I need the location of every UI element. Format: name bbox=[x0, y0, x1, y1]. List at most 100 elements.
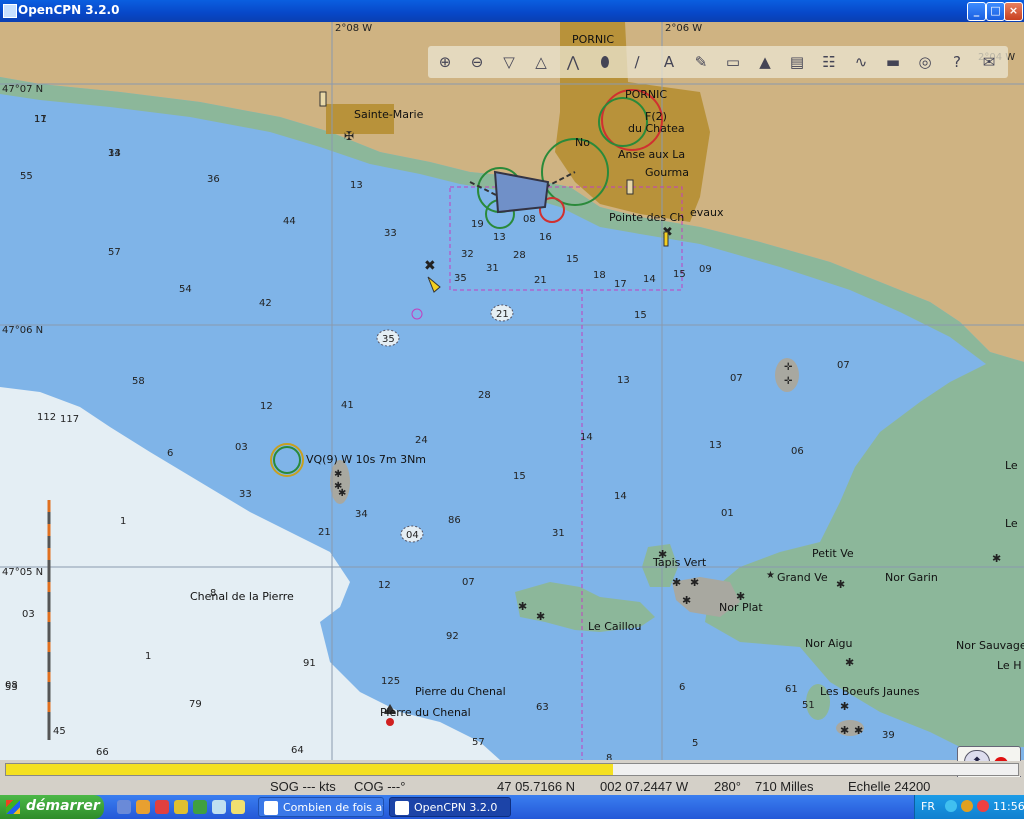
place-chevaux: evaux bbox=[690, 206, 724, 219]
danger-sounding: 21 bbox=[496, 309, 509, 320]
chart-canvas[interactable]: ✠ ✖ ✖ ✛✛ ✱✱✱ ✱✱ ✱✱✱ ✱✱ ✱✱ ✱✱✱ ✱★ 2°08 W … bbox=[0, 22, 1024, 760]
print-icon[interactable]: ▤ bbox=[784, 50, 810, 74]
sounding: 14 bbox=[108, 148, 121, 159]
sounding: 12 bbox=[378, 580, 391, 591]
sounding: 34 bbox=[355, 509, 368, 520]
sounding: 15 bbox=[634, 310, 647, 321]
sounding: 6 bbox=[167, 448, 173, 459]
svg-text:✛: ✛ bbox=[784, 376, 793, 387]
zoom-out-icon[interactable]: ⊖ bbox=[464, 50, 490, 74]
place-tapis-vert: Tapis Vert bbox=[652, 556, 707, 569]
maximize-button[interactable]: □ bbox=[986, 2, 1005, 21]
sounding: 07 bbox=[462, 577, 475, 588]
sounding: 13 bbox=[350, 180, 363, 191]
opencpn-icon bbox=[395, 801, 409, 815]
title-bar: OpenCPN 3.2.0 _ □ × bbox=[0, 0, 1024, 22]
lifebuoy-icon[interactable]: ◎ bbox=[912, 50, 938, 74]
mail-icon[interactable] bbox=[136, 800, 150, 814]
sounding: 14 bbox=[580, 432, 593, 443]
sounding: 33 bbox=[384, 228, 397, 239]
text-icon[interactable]: A bbox=[656, 50, 682, 74]
place-chenal: Chenal de la Pierre bbox=[190, 590, 294, 603]
zoom-in-icon[interactable]: ⊕ bbox=[432, 50, 458, 74]
sounding: 12 bbox=[260, 401, 273, 412]
scale-out-icon[interactable]: △ bbox=[528, 50, 554, 74]
minimize-button[interactable]: _ bbox=[967, 2, 986, 21]
sounding: 17 bbox=[614, 279, 627, 290]
sounding: 15 bbox=[673, 269, 686, 280]
pencil-icon[interactable]: ✎ bbox=[688, 50, 714, 74]
measure-icon[interactable]: ∕ bbox=[624, 50, 650, 74]
sounding: 125 bbox=[381, 676, 400, 687]
update-icon[interactable] bbox=[961, 800, 973, 812]
status-sog: SOG --- kts bbox=[270, 779, 336, 794]
sounding: 03 bbox=[22, 609, 35, 620]
place-grand-ve: Grand Ve bbox=[777, 571, 828, 584]
lon-label: 2°08 W bbox=[335, 23, 372, 34]
security-icon[interactable] bbox=[977, 800, 989, 812]
sounding: 61 bbox=[785, 684, 798, 695]
system-tray: FR 11:56 bbox=[914, 795, 1024, 819]
folder-icon[interactable] bbox=[231, 800, 245, 814]
place-sainte-marie: Sainte-Marie bbox=[354, 108, 424, 121]
place-pornic-port: PORNIC bbox=[625, 88, 667, 101]
sounding: 18 bbox=[593, 270, 606, 281]
scale-in-icon[interactable]: ▽ bbox=[496, 50, 522, 74]
sounding: 28 bbox=[513, 250, 526, 261]
sounding: 42 bbox=[259, 298, 272, 309]
status-lon: 002 07.2447 W bbox=[600, 779, 689, 794]
desktop-icon[interactable] bbox=[117, 800, 131, 814]
tides-icon[interactable]: ▬ bbox=[880, 50, 906, 74]
sounding: 16 bbox=[539, 232, 552, 243]
svg-text:✠: ✠ bbox=[344, 129, 354, 143]
place-le-caillou: Le Caillou bbox=[588, 620, 642, 633]
chrome-icon[interactable] bbox=[174, 800, 188, 814]
photo-icon[interactable] bbox=[212, 800, 226, 814]
sounding: 33 bbox=[239, 489, 252, 500]
language-indicator[interactable]: FR bbox=[921, 800, 935, 813]
ship-icon[interactable]: ⬮ bbox=[592, 50, 618, 74]
sounding: 13 bbox=[709, 440, 722, 451]
sounding: 57 bbox=[108, 247, 121, 258]
chrome-icon bbox=[264, 801, 278, 815]
sounding: 1 bbox=[145, 651, 151, 662]
progress-fill bbox=[6, 764, 614, 775]
task-browser[interactable]: Combien de fois avez... bbox=[258, 797, 384, 817]
status-scale: Echelle 24200 bbox=[848, 779, 931, 794]
app-icon-quick[interactable] bbox=[193, 800, 207, 814]
sounding: 01 bbox=[721, 508, 734, 519]
route-icon[interactable]: ⋀ bbox=[560, 50, 586, 74]
sounding: 39 bbox=[882, 730, 895, 741]
media-icon[interactable] bbox=[155, 800, 169, 814]
sounding: 13 bbox=[493, 232, 506, 243]
lat-label: 47°06 N bbox=[2, 325, 43, 336]
close-button[interactable]: × bbox=[1004, 2, 1023, 21]
sounding: 03 bbox=[235, 442, 248, 453]
route-manager-icon[interactable]: ☷ bbox=[816, 50, 842, 74]
task-opencpn[interactable]: OpenCPN 3.2.0 bbox=[389, 797, 511, 817]
sounding: 112 bbox=[37, 412, 56, 423]
colors-icon[interactable]: ▭ bbox=[720, 50, 746, 74]
status-cog: COG ---° bbox=[354, 779, 406, 794]
taskbar: démarrer Combien de fois avez... OpenCPN… bbox=[0, 795, 1024, 819]
settings-icon[interactable]: ✉ bbox=[976, 50, 1002, 74]
start-button[interactable]: démarrer bbox=[0, 795, 104, 819]
sounding-circles: 21 35 04 bbox=[376, 304, 514, 543]
lat-label: 47°07 N bbox=[2, 84, 43, 95]
sounding: 79 bbox=[189, 699, 202, 710]
chart-toolbar: ⊕ ⊖ ▽ △ ⋀ ⬮ ∕ A ✎ ▭ ▲ ▤ ☷ ∿ ▬ ◎? ✉ bbox=[428, 46, 1008, 78]
status-bar: SOG --- kts COG ---° 47 05.7166 N 002 07… bbox=[0, 777, 1024, 795]
svg-text:✱: ✱ bbox=[672, 576, 681, 589]
svg-text:✱: ✱ bbox=[536, 610, 545, 623]
svg-text:✱: ✱ bbox=[334, 469, 342, 480]
place-les-boeufs: Les Boeufs Jaunes bbox=[820, 685, 920, 698]
danger-sounding: 04 bbox=[406, 530, 419, 541]
svg-text:✱: ✱ bbox=[845, 656, 854, 669]
help-icon[interactable]: ? bbox=[944, 50, 970, 74]
network-icon[interactable] bbox=[945, 800, 957, 812]
nautical-chart[interactable]: ✠ ✖ ✖ ✛✛ ✱✱✱ ✱✱ ✱✱✱ ✱✱ ✱✱ ✱✱✱ ✱★ 2°08 W … bbox=[0, 22, 1024, 760]
tracks-icon[interactable]: ∿ bbox=[848, 50, 874, 74]
chart-up-icon[interactable]: ▲ bbox=[752, 50, 778, 74]
place-du-chateau: du Chatea bbox=[628, 122, 685, 135]
sounding: 09 bbox=[699, 264, 712, 275]
